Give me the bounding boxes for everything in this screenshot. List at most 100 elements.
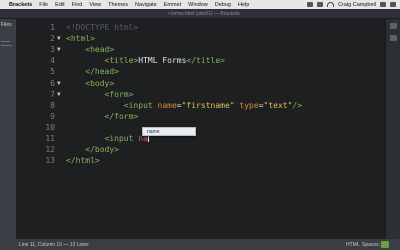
language-mode[interactable]: HTML	[346, 242, 360, 248]
code-token: "firstname"	[181, 100, 235, 110]
menu-navigate[interactable]: Navigate	[132, 2, 161, 8]
line-number: 3	[50, 45, 55, 55]
line-number: 5	[50, 67, 55, 77]
code-text[interactable]: <title>HTML Forms</title>	[66, 55, 225, 66]
bluetooth-icon[interactable]	[317, 2, 324, 7]
code-token: />	[292, 100, 303, 110]
code-text[interactable]: </html>	[66, 155, 100, 166]
code-line[interactable]: 11 <input na	[16, 133, 385, 144]
menu-edit[interactable]: Edit	[52, 2, 68, 8]
code-line[interactable]: 2 ▼ <html>	[16, 33, 385, 44]
code-token: <head>	[85, 45, 115, 55]
code-text[interactable]: </head>	[66, 66, 119, 77]
battery-icon[interactable]	[307, 2, 314, 7]
fold-toggle-icon[interactable]: ▼	[57, 33, 61, 44]
line-number: 1	[50, 23, 55, 32]
code-line[interactable]: 8 <input name="firstname" type="text"/>	[16, 100, 385, 111]
cursor-position[interactable]: Line 11, Column 15 — 13 Lines	[19, 242, 89, 248]
code-line[interactable]: 12 </body>	[16, 144, 385, 155]
menu-view[interactable]: View	[86, 2, 105, 8]
menu-debug[interactable]: Debug	[212, 2, 235, 8]
code-token: </html>	[66, 156, 100, 166]
code-text[interactable]: <!DOCTYPE html>	[66, 22, 138, 33]
user-name[interactable]: Craig Campbell	[338, 2, 376, 8]
file-sidebar: Files	[0, 19, 16, 239]
wifi-icon[interactable]	[327, 2, 335, 7]
line-number: 10	[45, 122, 55, 132]
linter-status-icon[interactable]	[381, 241, 389, 248]
code-line[interactable]: 4 <title>HTML Forms</title>	[16, 55, 385, 66]
line-number: 7	[50, 89, 55, 99]
code-token: name	[157, 100, 177, 110]
code-text[interactable]: </body>	[66, 144, 119, 155]
code-text[interactable]: <form>	[66, 89, 134, 100]
notification-center-icon[interactable]	[390, 2, 396, 7]
code-text[interactable]: <input name="firstname" type="text"/>	[66, 100, 302, 111]
code-text[interactable]: <input na	[66, 133, 149, 144]
code-line[interactable]: 10	[16, 122, 385, 133]
fold-toggle-icon[interactable]: ▼	[57, 44, 61, 55]
code-text[interactable]: <html>	[66, 33, 95, 44]
code-token: type	[239, 100, 259, 110]
menu-help[interactable]: Help	[235, 2, 253, 8]
menu-themes[interactable]: Themes	[105, 2, 132, 8]
status-menus: Craig Campbell	[307, 2, 400, 8]
sidebar-files-label[interactable]: Files	[1, 22, 12, 28]
window-title: • forms.html (site01) — Brackets	[168, 11, 240, 17]
code-hint-item[interactable]: name	[147, 129, 160, 135]
line-number: 2	[50, 34, 55, 44]
code-text[interactable]: <body>	[66, 78, 114, 89]
fold-toggle-icon[interactable]: ▼	[57, 78, 61, 89]
spotlight-icon[interactable]	[380, 2, 386, 7]
code-token: <input	[123, 100, 158, 110]
code-token: </head>	[85, 67, 119, 77]
menu-file[interactable]: File	[36, 2, 52, 8]
code-line[interactable]: 6 ▼ <body>	[16, 78, 385, 89]
code-token: <!DOCTYPE html>	[66, 23, 139, 32]
code-line[interactable]: 3 ▼ <head>	[16, 44, 385, 55]
menu-bar: Brackets File Edit Find View Themes Navi…	[0, 0, 400, 9]
line-number: 12	[45, 145, 55, 155]
line-number: 13	[45, 156, 55, 166]
code-token: <html>	[66, 34, 95, 44]
right-toolbar	[385, 19, 400, 239]
code-editor[interactable]: 1 <!DOCTYPE html> 2 ▼ <html> 3 ▼ <head> 4 <titl…	[16, 19, 385, 239]
code-line[interactable]: 5 </head>	[16, 66, 385, 77]
code-token: HTML Forms	[138, 56, 187, 66]
line-number: 6	[50, 78, 55, 88]
code-token: <input	[104, 134, 139, 143]
code-text[interactable]: </form>	[66, 111, 139, 122]
line-number: 11	[45, 134, 55, 143]
sidebar-entry[interactable]	[1, 45, 12, 46]
code-line[interactable]: 9 </form>	[16, 111, 385, 122]
fold-toggle-icon[interactable]: ▼	[57, 89, 61, 100]
menu-find[interactable]: Find	[69, 2, 87, 8]
code-line[interactable]: 13 </html>	[16, 155, 385, 166]
window-title-bar: • forms.html (site01) — Brackets	[0, 9, 400, 19]
code-token: "text"	[263, 100, 293, 110]
menu-window[interactable]: Window	[185, 2, 212, 8]
extension-manager-icon[interactable]	[390, 35, 397, 41]
menu-app-name[interactable]: Brackets	[8, 2, 36, 8]
code-hint-popup[interactable]: name	[142, 127, 196, 136]
code-token: <body>	[85, 78, 115, 88]
live-preview-icon[interactable]	[390, 23, 397, 29]
code-token: <title>	[104, 56, 139, 66]
status-bar: Line 11, Column 15 — 13 Lines HTML Space…	[0, 239, 400, 250]
code-line[interactable]: 1 <!DOCTYPE html>	[16, 22, 385, 33]
line-number: 8	[50, 100, 55, 110]
menu-emmet[interactable]: Emmet	[161, 2, 185, 8]
code-token: <form>	[104, 89, 134, 99]
sidebar-entry[interactable]	[1, 41, 10, 42]
code-text[interactable]: <head>	[66, 44, 114, 55]
code-line[interactable]: 7 ▼ <form>	[16, 89, 385, 100]
code-token: </form>	[104, 111, 139, 121]
